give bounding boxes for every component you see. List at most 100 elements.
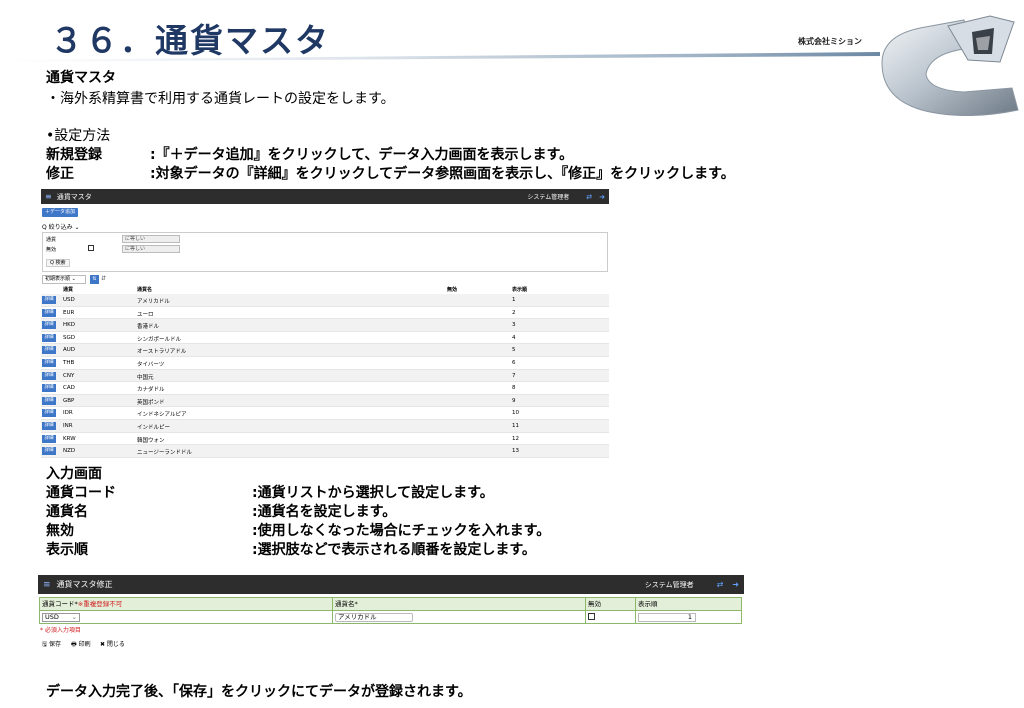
filter-panel: 通貨 に等しい 無効 に等しい Q 検索 [42, 232, 608, 272]
detail-button[interactable]: 詳細 [42, 333, 56, 342]
close-button[interactable]: ✖ 閉じる [98, 639, 127, 650]
cell-currency-name: 英国ポンド [137, 399, 165, 406]
cell-display-order: 5 [512, 347, 516, 354]
col-header-order[interactable]: 表示順 [512, 286, 527, 293]
col-header-invalid: 無効 [586, 598, 636, 610]
filter-toggle[interactable]: Q 絞り込み ⌄ [42, 222, 80, 231]
switch-icon[interactable]: ⇄ [586, 193, 592, 201]
switch-icon[interactable]: ⇄ [717, 580, 724, 589]
cell-currency-name: インドルピー [137, 425, 171, 431]
cell-currency-code: HKD [63, 322, 75, 329]
cell-currency-name: アメリカドル [137, 299, 170, 305]
menu-icon[interactable]: ≡ [45, 192, 52, 201]
currency-list-screen: ≡ 通貨マスタ システム管理者 ⇄ ➜ ＋データ追加 Q 絞り込み ⌄ 通貨 に… [41, 189, 609, 461]
method-term-edit: 修正 [46, 166, 74, 182]
field-term-invalid: 無効 [46, 523, 74, 539]
page-title: ３６．通貨マスタ [50, 21, 330, 60]
detail-button[interactable]: 詳細 [42, 409, 56, 418]
filter-currency-operator[interactable]: に等しい [122, 235, 180, 243]
input-heading: 入力画面 [46, 466, 102, 482]
cell-display-order: 4 [512, 334, 516, 341]
detail-button[interactable]: 詳細 [42, 371, 56, 380]
invalid-checkbox[interactable] [588, 613, 595, 620]
currency-name-input[interactable]: アメリカドル [335, 613, 413, 622]
save-button[interactable]: 🖫 保存 [40, 639, 63, 650]
cell-display-order: 9 [512, 397, 516, 404]
cell-currency-code: CNY [63, 372, 75, 379]
cell-display-order: 11 [512, 423, 519, 429]
cell-currency-code: NZD [63, 448, 76, 455]
logout-icon[interactable]: ➜ [732, 580, 739, 589]
screen-title: 通貨マスタ [56, 192, 92, 201]
detail-button[interactable]: 詳細 [42, 321, 56, 330]
col-header-order: 表示順 [636, 598, 741, 610]
edit-form-table: 通貨コード*※重複登録不可 通貨名* 無効 表示順 USD ⌄ アメリカドル 1 [39, 597, 742, 624]
print-button[interactable]: 🖶 印刷 [69, 639, 93, 650]
filter-invalid-checkbox[interactable] [88, 245, 94, 251]
detail-button[interactable]: 詳細 [42, 346, 56, 355]
cell-currency-code: SGD [63, 334, 75, 341]
menu-icon[interactable]: ≡ [43, 580, 51, 590]
company-logo [881, 15, 1019, 116]
display-order-input[interactable]: 1 [638, 613, 696, 622]
cell-currency-name: 韓国ウォン [137, 437, 165, 444]
user-name[interactable]: システム管理者 [527, 192, 569, 201]
cell-currency-name: ニュージーランドドル [137, 450, 192, 457]
table-row: 詳細 EUR ユーロ 2 [41, 307, 609, 320]
col-header-code[interactable]: 通貨 [63, 286, 73, 293]
detail-button[interactable]: 詳細 [42, 296, 56, 304]
user-name[interactable]: システム管理者 [645, 580, 694, 590]
col-header-invalid[interactable]: 無効 [447, 286, 457, 293]
field-desc-order: :選択肢などで表示される順番を設定します。 [252, 542, 536, 558]
sort-apply-button[interactable]: ⇅ [90, 275, 99, 284]
detail-button[interactable]: 詳細 [42, 422, 56, 430]
field-term-code: 通貨コード [46, 485, 116, 501]
detail-button[interactable]: 詳細 [42, 434, 56, 443]
field-term-name: 通貨名 [46, 504, 88, 520]
detail-button[interactable]: 詳細 [42, 308, 56, 317]
col-header-name[interactable]: 通貨名 [137, 286, 152, 293]
search-button[interactable]: Q 検索 [46, 259, 70, 267]
cell-currency-code: GBP [63, 397, 75, 404]
table-row: 詳細 NZD ニュージーランドドル 13 [41, 445, 609, 458]
currency-code-select[interactable]: USD ⌄ [42, 613, 80, 622]
cell-currency-name: タイバーツ [137, 362, 165, 368]
add-data-button[interactable]: ＋データ追加 [42, 208, 79, 217]
table-row: 詳細 INR インドルピー 11 [41, 420, 609, 433]
sort-order-select[interactable]: 初期表示順 ⌄ [42, 275, 86, 284]
detail-button[interactable]: 詳細 [42, 396, 56, 405]
cell-currency-name: 香港ドル [137, 324, 160, 331]
table-row: 詳細 KRW 韓国ウォン 12 [41, 433, 609, 446]
cell-currency-name: 中国元 [137, 374, 154, 381]
sort-direction-icon[interactable]: ⇵ [101, 275, 106, 282]
screen-title: 通貨マスタ修正 [56, 580, 113, 589]
method-term-new: 新規登録 [46, 147, 102, 163]
filter-invalid-operator[interactable]: に等しい [122, 245, 180, 253]
app-header-bar: ≡ 通貨マスタ修正 システム管理者 ⇄ ➜ [38, 575, 744, 594]
cell-currency-code: INR [63, 423, 73, 429]
table-row: 詳細 SGD シンガポールドル 4 [41, 332, 609, 345]
method-label: •設定方法 [46, 128, 111, 144]
cell-currency-name: インドネシアルピア [137, 412, 187, 419]
table-header: 通貨 通貨名 無効 表示順 [41, 285, 609, 294]
cell-display-order: 12 [512, 435, 519, 442]
cell-currency-name: ユーロ [137, 311, 154, 318]
detail-button[interactable]: 詳細 [42, 384, 56, 393]
table-row: 詳細 AUD オーストラリアドル 5 [41, 344, 609, 357]
detail-button[interactable]: 詳細 [42, 447, 56, 456]
table-row: 詳細 CNY 中国元 7 [41, 369, 609, 383]
table-row: 詳細 CAD カナダドル 8 [41, 382, 609, 395]
cell-display-order: 7 [512, 372, 516, 379]
duplicate-note: ※重複登録不可 [77, 600, 123, 608]
cell-currency-code: USD [63, 297, 75, 303]
method-desc-new: :『＋データ追加』をクリックして、データ入力画面を表示します。 [150, 147, 574, 163]
col-header-code: 通貨コード*※重複登録不可 [40, 598, 333, 610]
company-name: 株式会社ミション [798, 37, 862, 46]
footer-note: データ入力完了後、「保存」をクリックにてデータが登録されます。 [46, 684, 472, 700]
section-description: ・海外系精算書で利用する通貨レートの設定をします。 [46, 91, 395, 107]
detail-button[interactable]: 詳細 [42, 359, 56, 367]
field-desc-invalid: :使用しなくなった場合にチェックを入れます。 [252, 523, 551, 539]
table-row: 詳細 USD アメリカドル 1 [41, 294, 609, 307]
logout-icon[interactable]: ➜ [599, 193, 605, 201]
table-row: 詳細 GBP 英国ポンド 9 [41, 394, 609, 408]
